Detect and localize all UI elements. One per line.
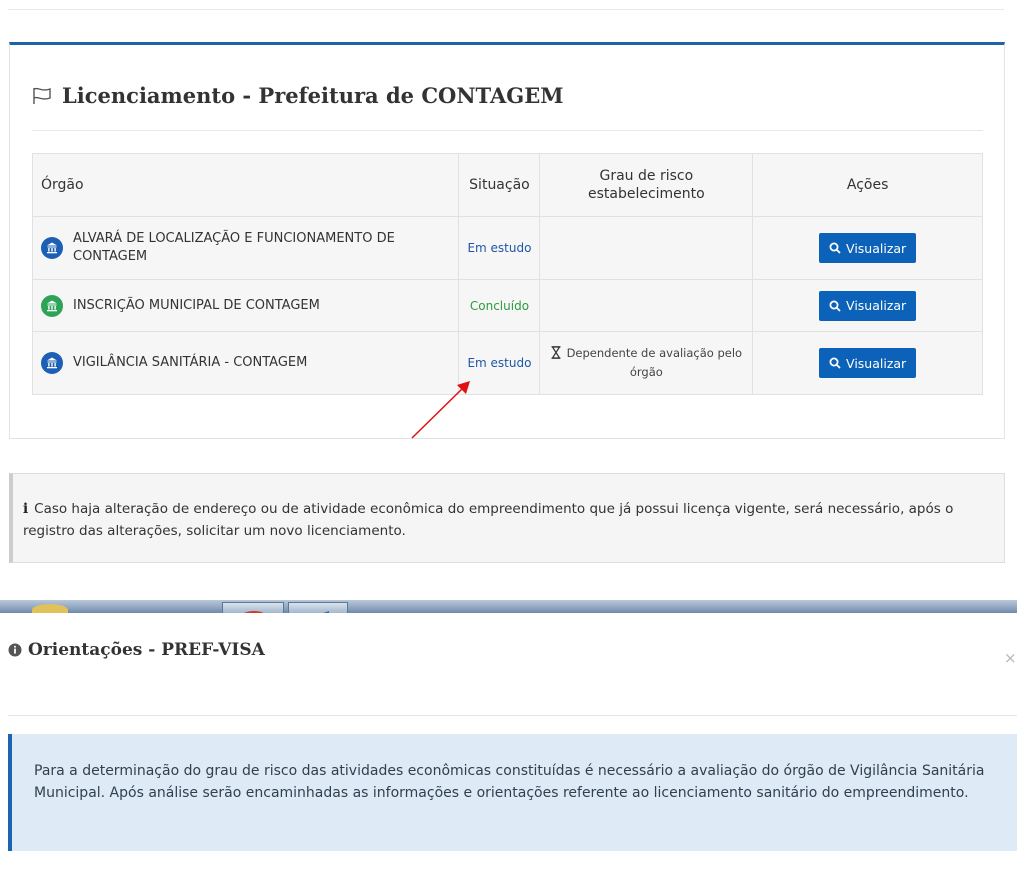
orgao-cell: INSCRIÇÃO MUNICIPAL DE CONTAGEM: [31, 279, 460, 332]
info-circle-icon: [8, 643, 22, 657]
taskbar-button: [288, 602, 348, 613]
search-icon: [829, 242, 841, 254]
modal-divider: [8, 715, 1017, 716]
view-button[interactable]: Visualizar: [819, 233, 917, 263]
orgao-name: VIGILÂNCIA SANITÁRIA - CONTAGEM: [73, 355, 308, 370]
orgao-cell: ALVARÁ DE LOCALIZAÇÃO E FUNCIONAMENTO DE…: [31, 216, 460, 280]
table-row: ALVARÁ DE LOCALIZAÇÃO E FUNCIONAMENTO DE…: [31, 216, 983, 280]
licensing-table: Órgão Situação Grau de risco estabelecim…: [31, 153, 983, 395]
taskbar-button: [222, 602, 284, 613]
header-risco: Grau de risco estabelecimento: [539, 153, 754, 217]
view-button[interactable]: Visualizar: [819, 290, 917, 321]
flag-icon: [32, 87, 52, 105]
view-button-label: Visualizar: [846, 355, 907, 371]
modal-title: Orientações - PREF-VISA: [8, 640, 265, 660]
view-button[interactable]: Visualizar: [819, 348, 917, 378]
view-button-label: Visualizar: [846, 298, 907, 313]
risk-cell: [539, 216, 754, 280]
info-icon: i: [23, 501, 29, 517]
risk-cell: Dependente de avaliação pelo órgão: [539, 331, 754, 395]
table-header-row: Órgão Situação Grau de risco estabelecim…: [31, 153, 983, 217]
building-icon: [41, 237, 63, 259]
status-badge: Em estudo: [458, 331, 541, 395]
modal-info-alert: Para a determinação do grau de risco das…: [8, 734, 1017, 851]
table-row: VIGILÂNCIA SANITÁRIA - CONTAGEM Em estud…: [31, 331, 983, 395]
action-cell: Visualizar: [752, 216, 983, 280]
top-divider: [8, 9, 1004, 10]
taskbar-strip: [0, 600, 1017, 613]
modal-body-text: Para a determinação do grau de risco das…: [34, 763, 985, 801]
view-button-label: Visualizar: [846, 240, 907, 256]
status-badge: Em estudo: [458, 216, 541, 280]
risk-cell: [539, 279, 754, 332]
orgao-cell: VIGILÂNCIA SANITÁRIA - CONTAGEM: [31, 331, 460, 395]
info-notice: i Caso haja alteração de endereço ou de a…: [9, 473, 1005, 563]
orgao-name: INSCRIÇÃO MUNICIPAL DE CONTAGEM: [73, 297, 320, 313]
risk-text: Dependente de avaliação pelo órgão: [566, 346, 743, 379]
building-icon: [41, 294, 63, 317]
building-icon: [41, 352, 63, 374]
table-row: INSCRIÇÃO MUNICIPAL DE CONTAGEM Concluíd…: [31, 279, 983, 332]
modal-title-text: Orientações - PREF-VISA: [28, 640, 265, 660]
header-orgao: Órgão: [31, 153, 460, 217]
action-cell: Visualizar: [752, 331, 983, 395]
action-cell: Visualizar: [752, 279, 983, 332]
search-icon: [829, 300, 841, 312]
licensing-panel: Licenciamento - Prefeitura de CONTAGEM Ó…: [9, 42, 1005, 439]
close-button[interactable]: ×: [1004, 651, 1017, 666]
hourglass-icon: [550, 346, 561, 364]
search-icon: [829, 357, 841, 369]
start-orb: [32, 604, 68, 613]
header-situacao: Situação: [458, 153, 541, 217]
status-badge: Concluído: [458, 279, 541, 332]
header-acoes: Ações: [752, 153, 983, 217]
panel-title: Licenciamento - Prefeitura de CONTAGEM: [32, 83, 563, 108]
info-notice-text: Caso haja alteração de endereço ou de at…: [23, 501, 954, 539]
orgao-name: ALVARÁ DE LOCALIZAÇÃO E FUNCIONAMENTO DE…: [73, 231, 395, 264]
title-divider: [32, 130, 983, 131]
panel-title-text: Licenciamento - Prefeitura de CONTAGEM: [62, 83, 564, 108]
